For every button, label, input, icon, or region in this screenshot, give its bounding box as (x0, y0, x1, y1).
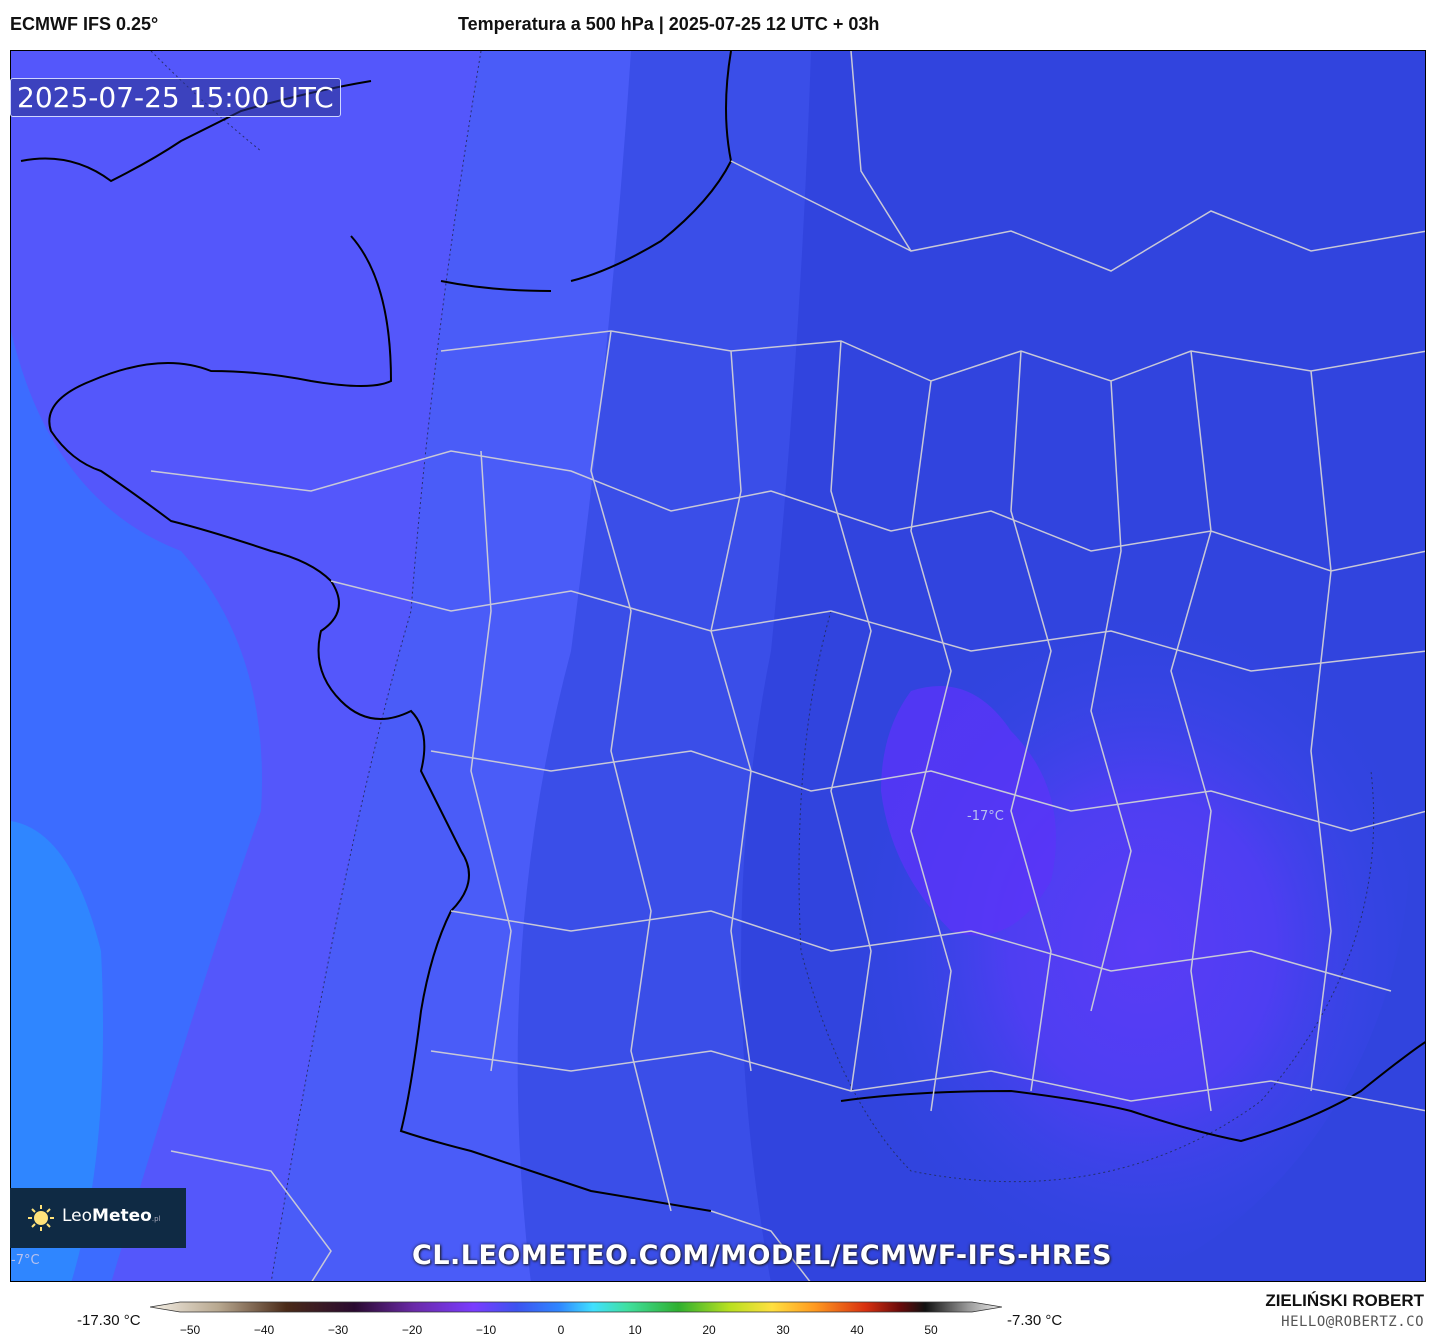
contour-label-cold: -17°C (967, 809, 1004, 824)
colorbar-tick: −10 (475, 1323, 497, 1337)
colorbar-tick: 30 (776, 1323, 790, 1337)
colorbar-max-label: -7.30 °C (1007, 1312, 1063, 1329)
colorbar-tick: −30 (327, 1323, 349, 1337)
colorbar-tick: −20 (401, 1323, 423, 1337)
logo-text: LeoMeteo.pl (62, 1206, 161, 1226)
colorbar-tick: 50 (924, 1323, 938, 1337)
chart-title: Temperatura a 500 hPa | 2025-07-25 12 UT… (458, 14, 880, 34)
colorbar-tick: 40 (850, 1323, 864, 1337)
colorbar-tick: 20 (702, 1323, 716, 1337)
temperature-map[interactable]: -17°C -7°C (10, 50, 1426, 1282)
leometeo-logo[interactable]: LeoMeteo.pl (10, 1188, 186, 1248)
contour-label-warm: -7°C (11, 1253, 40, 1268)
colorbar (150, 1301, 1002, 1313)
colorbar-tick: −50 (179, 1323, 201, 1337)
colorbar-tick: 10 (628, 1323, 642, 1337)
watermark-url[interactable]: CL.LEOMETEO.COM/MODEL/ECMWF-IFS-HRES (412, 1240, 1112, 1271)
author-email[interactable]: HELLO@ROBERTZ.CO (1281, 1314, 1424, 1330)
model-name: ECMWF IFS 0.25° (10, 14, 159, 34)
colorbar-tick: 0 (557, 1323, 565, 1337)
map-canvas (11, 51, 1425, 1281)
colorbar-min-label: -17.30 °C (77, 1312, 141, 1329)
sun-icon (28, 1205, 54, 1231)
author-credit: ZIELIŃSKI ROBERT (1265, 1291, 1424, 1310)
colorbar-tick: −40 (253, 1323, 275, 1337)
valid-time-badge: 2025-07-25 15:00 UTC (10, 78, 341, 117)
